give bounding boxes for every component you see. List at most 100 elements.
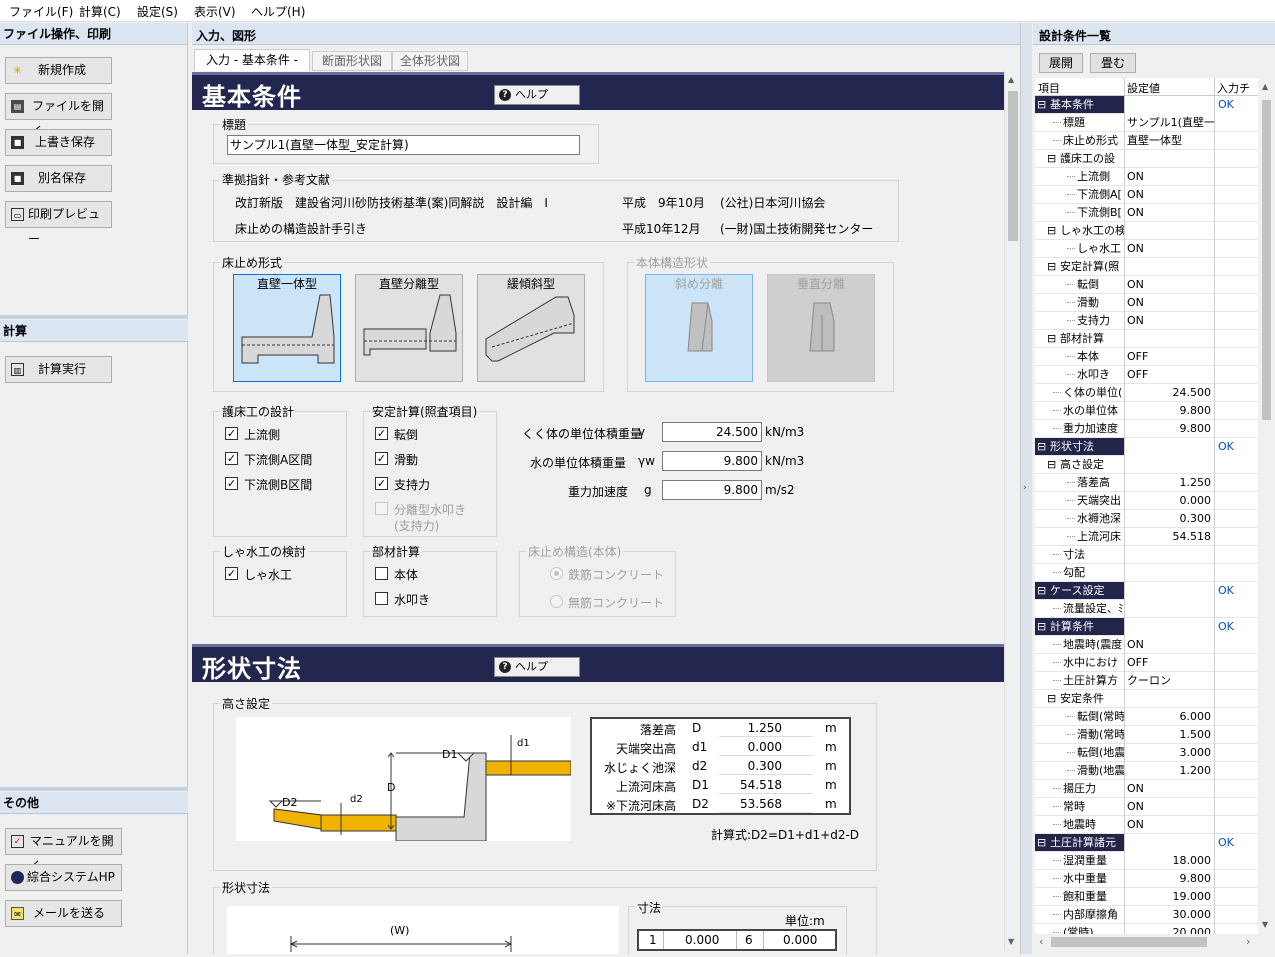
chevron-right-icon[interactable]: › — [1023, 483, 1027, 493]
gravity-input[interactable]: 9.800 — [662, 480, 762, 500]
checkbox-sliding[interactable]: ✓ — [375, 452, 388, 465]
tree-row[interactable]: 滑動(常時 1.500 — [1035, 726, 1258, 744]
help-button[interactable]: ? ヘルプ — [494, 657, 580, 677]
tree-hscroll[interactable]: ‹ › — [1035, 934, 1258, 951]
tree-row[interactable]: 勾配 — [1035, 564, 1258, 582]
tree-row[interactable]: 上流河床 54.518 — [1035, 528, 1258, 546]
tree-row[interactable]: 流量設定、ﾐ — [1035, 600, 1258, 618]
checkbox-body[interactable] — [375, 567, 388, 580]
tree-row[interactable]: 滑動 ON — [1035, 294, 1258, 312]
tree-row[interactable]: 本体 OFF — [1035, 348, 1258, 366]
tree-value[interactable]: ON — [1124, 816, 1214, 834]
height-row-value[interactable]: 53.568 — [722, 797, 782, 811]
tree-value[interactable]: 1.500 — [1124, 726, 1214, 744]
collapse-toggle-icon[interactable]: ⊟ — [1037, 582, 1046, 599]
tree-value[interactable]: ON — [1124, 294, 1214, 312]
tree-row[interactable]: ⊟ 安定計算(照 — [1035, 258, 1258, 276]
tree-row[interactable]: ⊟ 安定条件 — [1035, 690, 1258, 708]
expand-button[interactable]: 展開 — [1039, 53, 1083, 73]
tree-value[interactable]: 直壁一体型 — [1124, 132, 1214, 150]
tree-value[interactable] — [1124, 600, 1214, 618]
tree-value[interactable]: ON — [1124, 240, 1214, 258]
title-input[interactable]: サンプル1(直壁一体型_安定計算) — [227, 135, 580, 155]
tree-value[interactable] — [1124, 564, 1214, 582]
tree-value[interactable]: 1.250 — [1124, 474, 1214, 492]
tree-group-row[interactable]: ⊟ 土圧計算諸元 OK — [1035, 834, 1258, 852]
dim-cell[interactable]: 0.000 — [685, 933, 719, 947]
tree-row[interactable]: 常時 ON — [1035, 798, 1258, 816]
tree-value[interactable] — [1124, 150, 1214, 168]
height-row-value[interactable]: 1.250 — [722, 721, 782, 735]
unit-weight-input[interactable]: 24.500 — [662, 422, 762, 442]
tree-value[interactable]: 3.000 — [1124, 744, 1214, 762]
tree-value[interactable]: 9.800 — [1124, 870, 1214, 888]
scroll-right-icon[interactable]: › — [1246, 935, 1250, 948]
tree-value[interactable]: 19.000 — [1124, 888, 1214, 906]
tree-value[interactable]: 9.800 — [1124, 420, 1214, 438]
splitter[interactable] — [0, 315, 188, 319]
save-as-button[interactable]: ■ 別名保存 — [5, 165, 112, 192]
tree-value[interactable]: OFF — [1124, 654, 1214, 672]
checkbox-downstream-b[interactable]: ✓ — [225, 477, 238, 490]
tree-value[interactable]: OFF — [1124, 366, 1214, 384]
tab-cross-section[interactable]: 断面形状図 — [312, 51, 392, 71]
tree-row[interactable]: 落差高 1.250 — [1035, 474, 1258, 492]
send-mail-button[interactable]: ✉ メールを送る — [5, 900, 122, 927]
tree-row[interactable]: 上流側 ON — [1035, 168, 1258, 186]
tree-row[interactable]: 飽和重量 19.000 — [1035, 888, 1258, 906]
tree-value[interactable]: ON — [1124, 186, 1214, 204]
checkbox-overturning[interactable]: ✓ — [375, 427, 388, 440]
tree-row[interactable]: ⊟ しゃ水工の検 — [1035, 222, 1258, 240]
shape-option-integrated[interactable]: 直壁一体型 — [233, 274, 341, 382]
tree-vscroll[interactable]: ▲ ▼ — [1258, 78, 1275, 934]
col-value[interactable]: 設定値 — [1127, 80, 1160, 96]
tree-value[interactable]: ON — [1124, 636, 1214, 654]
tree-row[interactable]: 水叩き OFF — [1035, 366, 1258, 384]
shape-option-separated[interactable]: 直壁分離型 — [355, 274, 463, 382]
scroll-thumb[interactable] — [1008, 91, 1018, 241]
scroll-left-icon[interactable]: ‹ — [1039, 935, 1043, 948]
tree-value[interactable] — [1124, 222, 1214, 240]
tree-value[interactable]: 1.200 — [1124, 762, 1214, 780]
height-row-value[interactable]: 0.000 — [722, 740, 782, 754]
tree-row[interactable]: 寸法 — [1035, 546, 1258, 564]
tree-value[interactable]: ON — [1124, 276, 1214, 294]
checkbox-bearing[interactable]: ✓ — [375, 477, 388, 490]
tab-overall-shape[interactable]: 全体形状図 — [392, 51, 468, 71]
overwrite-save-button[interactable]: ■ 上書き保存 — [5, 129, 112, 156]
tree-row[interactable]: 転倒 ON — [1035, 276, 1258, 294]
tree-row[interactable]: 下流側B[ON — [1035, 204, 1258, 222]
tree-row[interactable]: 水中重量 9.800 — [1035, 870, 1258, 888]
tree-row[interactable]: 支持力 ON — [1035, 312, 1258, 330]
tree-value[interactable] — [1124, 330, 1214, 348]
tree-row[interactable]: ⊟ 部材計算 — [1035, 330, 1258, 348]
collapse-button[interactable]: 畳む — [1090, 53, 1136, 73]
new-button[interactable]: ✳ 新規作成 — [5, 57, 112, 84]
scroll-thumb[interactable] — [1051, 937, 1207, 947]
col-item[interactable]: 項目 — [1038, 80, 1060, 96]
tree-value[interactable] — [1124, 96, 1214, 114]
scroll-up-icon[interactable]: ▲ — [1008, 75, 1014, 84]
collapse-toggle-icon[interactable]: ⊟ — [1037, 834, 1046, 851]
open-manual-button[interactable]: ✓マニュアルを開く — [5, 828, 122, 873]
tree-group-row[interactable]: ⊟ 計算条件 OK — [1035, 618, 1258, 636]
tree-row[interactable]: 下流側A[ON — [1035, 186, 1258, 204]
tree-value[interactable]: 24.500 — [1124, 384, 1214, 402]
tree-value[interactable]: ON — [1124, 168, 1214, 186]
scroll-up-icon[interactable]: ▲ — [1262, 82, 1268, 91]
collapse-toggle-icon[interactable]: ⊟ — [1047, 330, 1056, 347]
tree-row[interactable]: ⊟ 高さ設定 — [1035, 456, 1258, 474]
menu-view[interactable]: 表示(V) — [194, 3, 236, 20]
tree-value[interactable] — [1124, 258, 1214, 276]
tree-value[interactable] — [1124, 438, 1214, 456]
menu-settings[interactable]: 設定(S) — [137, 3, 178, 20]
collapse-toggle-icon[interactable]: ⊟ — [1037, 438, 1046, 455]
tree-row[interactable]: く体の単位(24.500 — [1035, 384, 1258, 402]
tree-row[interactable]: 水の単位体 9.800 — [1035, 402, 1258, 420]
tree-value[interactable]: クーロン — [1124, 672, 1214, 690]
print-preview-button[interactable]: ▭ 印刷プレビュー — [5, 201, 112, 246]
tree-value[interactable] — [1124, 456, 1214, 474]
tree-value[interactable] — [1124, 582, 1214, 600]
tab-basic-conditions[interactable]: 入力 - 基本条件 - — [194, 49, 310, 71]
tree-value[interactable]: ON — [1124, 780, 1214, 798]
